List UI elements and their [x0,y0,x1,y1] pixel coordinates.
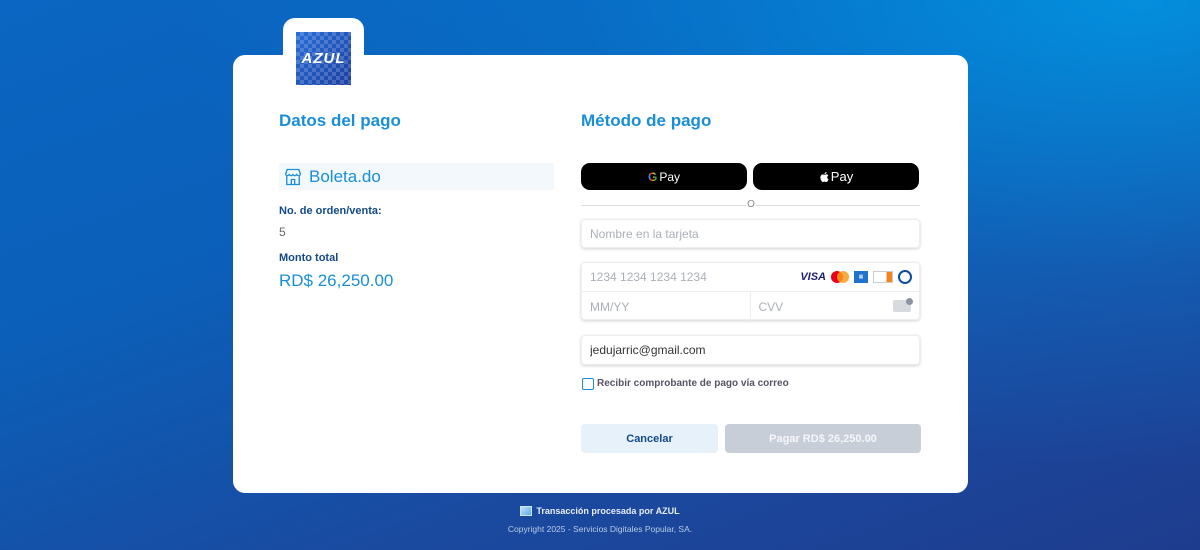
apple-pay-label: Pay [830,169,854,184]
payment-card: Datos del pago Boleta.do No. de orden/ve… [233,55,968,493]
receipt-checkbox-label[interactable]: Recibir comprobante de pago vía correo [597,378,789,389]
discover-icon [873,271,893,283]
logo-tab: AZUL [283,18,364,98]
cvv-card-icon [893,298,913,312]
visa-icon: VISA [800,271,826,283]
footer-processed-by: Transacción procesada por AZUL [0,506,1200,516]
card-name-input[interactable] [582,220,919,247]
merchant-name: Boleta.do [309,166,381,186]
email-input[interactable] [582,336,919,364]
google-pay-label: Pay [659,169,681,184]
google-pay-button[interactable]: G Pay [581,163,747,190]
pay-button[interactable]: Pagar RD$ 26,250.00 [725,424,921,453]
card-name-field[interactable] [581,219,920,248]
azul-logo-text: AZUL [301,50,346,67]
total-amount-label: Monto total [279,252,339,264]
storefront-icon [284,168,302,185]
diners-icon [898,270,912,284]
apple-pay-button[interactable]: Pay [753,163,919,190]
card-brands: VISA ▦ [800,270,912,284]
divider-or-text: O [746,199,756,210]
merchant-box: Boleta.do [279,163,554,190]
receipt-checkbox[interactable] [582,378,594,390]
card-expiry-cvv-row [582,292,919,321]
amex-icon: ▦ [854,271,868,283]
cancel-button[interactable]: Cancelar [581,424,718,453]
card-details-group: VISA ▦ [581,262,920,321]
payment-details-title: Datos del pago [279,111,401,130]
mastercard-icon [831,271,849,283]
expiry-field [582,292,751,321]
card-number-input[interactable] [582,263,792,291]
total-amount-value: RD$ 26,250.00 [279,271,394,290]
processed-by-text: Transacción procesada por AZUL [536,506,680,516]
order-number-label: No. de orden/venta: [279,205,382,217]
order-number-value: 5 [279,225,286,239]
cvv-field [750,292,919,321]
apple-icon [820,171,829,182]
azul-logo: AZUL [296,32,351,85]
card-number-row: VISA ▦ [582,263,919,292]
expiry-input[interactable] [582,292,750,321]
email-field[interactable] [581,335,920,365]
payment-method-title: Método de pago [581,111,712,130]
azul-small-logo-icon [520,506,533,516]
google-g-icon: G [647,169,658,184]
footer-copyright: Copyright 2025 - Servicios Digitales Pop… [507,524,693,534]
